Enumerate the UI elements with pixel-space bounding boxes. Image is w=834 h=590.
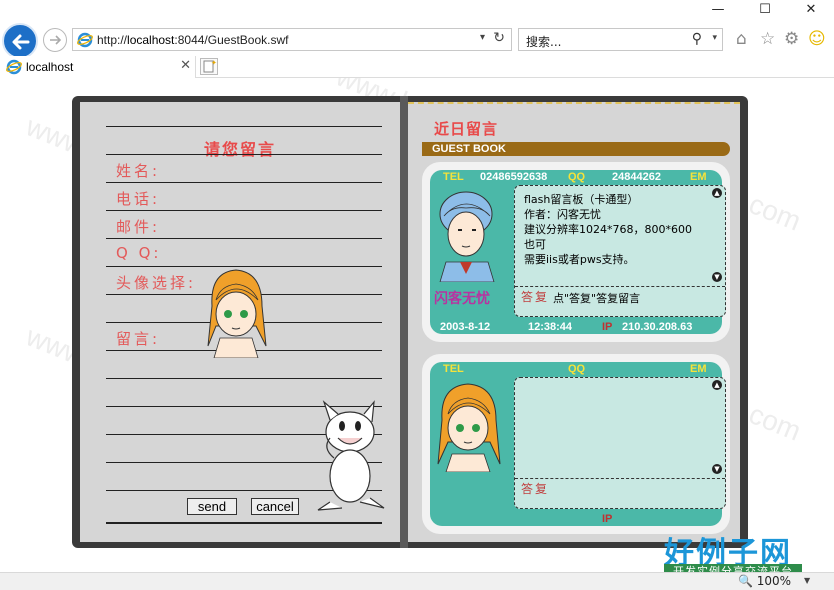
guestbook-entry: TEL QQ EM ▲ ▼ 答复 IP	[422, 354, 730, 534]
boy-avatar-icon	[439, 191, 495, 282]
send-button[interactable]: send	[187, 498, 237, 515]
form-title: 请您留言	[203, 140, 276, 159]
window-titlebar: — ☐ ✕	[0, 0, 834, 20]
cartoon-dog-icon	[317, 400, 385, 511]
ie-icon	[77, 32, 93, 48]
qq-key: QQ	[568, 363, 586, 375]
divider	[106, 126, 382, 127]
guestbook-entries-page: 近日留言 GUEST BOOK TEL 02486592638 QQ 24844…	[408, 102, 740, 542]
close-icon[interactable]: ✕	[801, 2, 821, 18]
tel-key: TEL	[443, 171, 464, 183]
message-line: 建议分辨率1024*768，800*600	[524, 223, 692, 236]
email-label: 邮件:	[116, 218, 161, 236]
divider	[106, 522, 382, 524]
email-field[interactable]	[106, 238, 382, 239]
reply-key: 答复	[521, 290, 550, 304]
entry-ip: 210.30.208.63	[622, 321, 693, 333]
zoom-value: 100%	[756, 574, 792, 588]
search-dropdown-icon[interactable]: ▾	[712, 33, 717, 43]
guestbook-entry: TEL 02486592638 QQ 24844262 EM flash留言板（…	[422, 162, 730, 342]
phone-label: 电话:	[116, 190, 161, 208]
refresh-icon[interactable]: ↻	[493, 30, 505, 46]
navigation-bar: http://localhost:8044/GuestBook.swf ▾ ↻ …	[0, 20, 834, 59]
tab-localhost[interactable]: localhost ✕	[0, 56, 196, 78]
minimize-icon[interactable]: —	[708, 2, 728, 18]
em-key: EM	[690, 363, 707, 375]
flash-content: www.haolizi.com www.haolizi.com www.haol…	[0, 78, 834, 572]
tab-title: localhost	[26, 60, 74, 74]
book-spine	[400, 96, 408, 548]
qq-label: Q Q:	[116, 244, 162, 262]
new-tab-icon: ✦	[203, 59, 217, 73]
message-box[interactable]: ▲ ▼ 答复	[514, 377, 726, 509]
search-input[interactable]: 搜索...	[526, 33, 561, 50]
search-icon[interactable]: ⚲	[692, 31, 702, 47]
zoom-level[interactable]: 🔍 100%	[738, 574, 791, 588]
message-body: flash留言板（卡通型） 作者：闪客无忧 建议分辨率1024*768，800*…	[524, 192, 704, 267]
message-line: 需要iis或者pws支持。	[524, 253, 635, 266]
zoom-dropdown-icon[interactable]: ▼	[804, 576, 810, 585]
status-bar: 🔍 100% ▼	[0, 572, 834, 590]
avatar-picker-girl-icon[interactable]	[202, 266, 270, 358]
ie-tab-icon	[6, 59, 22, 75]
arrow-right-icon	[50, 35, 62, 45]
qq-key: QQ	[568, 171, 586, 183]
message-form-page: 请您留言 姓名: 电话: 邮件: Q Q: 头像选择: 留言: send can…	[80, 102, 400, 542]
arrow-left-icon	[12, 34, 30, 50]
zoom-icon: 🔍	[738, 574, 753, 588]
recent-messages-title: 近日留言	[434, 120, 499, 138]
message-line: 作者：闪客无忧	[524, 208, 601, 221]
reply-divider	[515, 478, 725, 479]
ip-key: IP	[602, 321, 613, 333]
tel-key: TEL	[443, 363, 464, 375]
message-box[interactable]: flash留言板（卡通型） 作者：闪客无忧 建议分辨率1024*768，800*…	[514, 185, 726, 317]
entry-card-body: TEL 02486592638 QQ 24844262 EM flash留言板（…	[430, 170, 726, 334]
name-label: 姓名:	[116, 162, 161, 180]
message-line[interactable]	[106, 378, 382, 379]
search-box[interactable]: 搜索... ⚲ ▾	[518, 28, 723, 51]
reply-key: 答复	[521, 482, 550, 496]
guestbook-banner: GUEST BOOK	[422, 142, 730, 156]
gear-icon[interactable]: ⚙	[784, 30, 799, 48]
scroll-up-icon[interactable]: ▲	[712, 380, 722, 390]
address-dropdown-icon[interactable]: ▾	[480, 32, 485, 43]
phone-field[interactable]	[106, 210, 382, 211]
smiley-feedback-icon[interactable]: ☺	[808, 30, 826, 48]
entry-qq: 24844262	[612, 171, 661, 183]
entry-date: 2003-8-12	[440, 321, 491, 333]
address-bar[interactable]: http://localhost:8044/GuestBook.swf ▾ ↻	[72, 28, 512, 51]
divider	[106, 154, 382, 155]
guestbook-book: 请您留言 姓名: 电话: 邮件: Q Q: 头像选择: 留言: send can…	[72, 96, 748, 548]
entry-author: 闪客无忧	[434, 291, 490, 307]
address-text: http://localhost:8044/GuestBook.swf	[97, 33, 289, 47]
svg-text:✦: ✦	[211, 59, 217, 67]
tab-close-icon[interactable]: ✕	[180, 58, 191, 73]
scroll-up-icon[interactable]: ▲	[712, 188, 722, 198]
entry-time: 12:38:44	[528, 321, 573, 333]
avatar-label: 头像选择:	[116, 274, 197, 292]
reply-text: 点"答复"答复留言	[553, 292, 641, 305]
guestbook-banner-text: GUEST BOOK	[432, 143, 506, 155]
entry-card-body: TEL QQ EM ▲ ▼ 答复 IP	[430, 362, 726, 526]
message-line: 也可	[524, 238, 546, 251]
favorites-star-icon[interactable]: ☆	[760, 30, 775, 48]
girl-avatar-icon	[437, 383, 501, 472]
reply-divider	[515, 286, 725, 287]
home-icon[interactable]: ⌂	[736, 30, 747, 48]
tab-strip: localhost ✕ ✦	[0, 56, 834, 78]
message-line: flash留言板（卡通型）	[524, 193, 639, 206]
scroll-down-icon[interactable]: ▼	[712, 272, 722, 282]
message-label: 留言:	[116, 330, 161, 348]
back-button[interactable]	[2, 23, 38, 59]
new-tab-button[interactable]: ✦	[200, 58, 218, 75]
scroll-down-icon[interactable]: ▼	[712, 464, 722, 474]
entry-tel: 02486592638	[480, 171, 548, 183]
cancel-button[interactable]: cancel	[251, 498, 299, 515]
maximize-icon[interactable]: ☐	[755, 2, 775, 18]
name-field[interactable]	[106, 182, 382, 183]
ip-key: IP	[602, 513, 613, 525]
em-key: EM	[690, 171, 707, 183]
forward-button[interactable]	[43, 28, 67, 52]
